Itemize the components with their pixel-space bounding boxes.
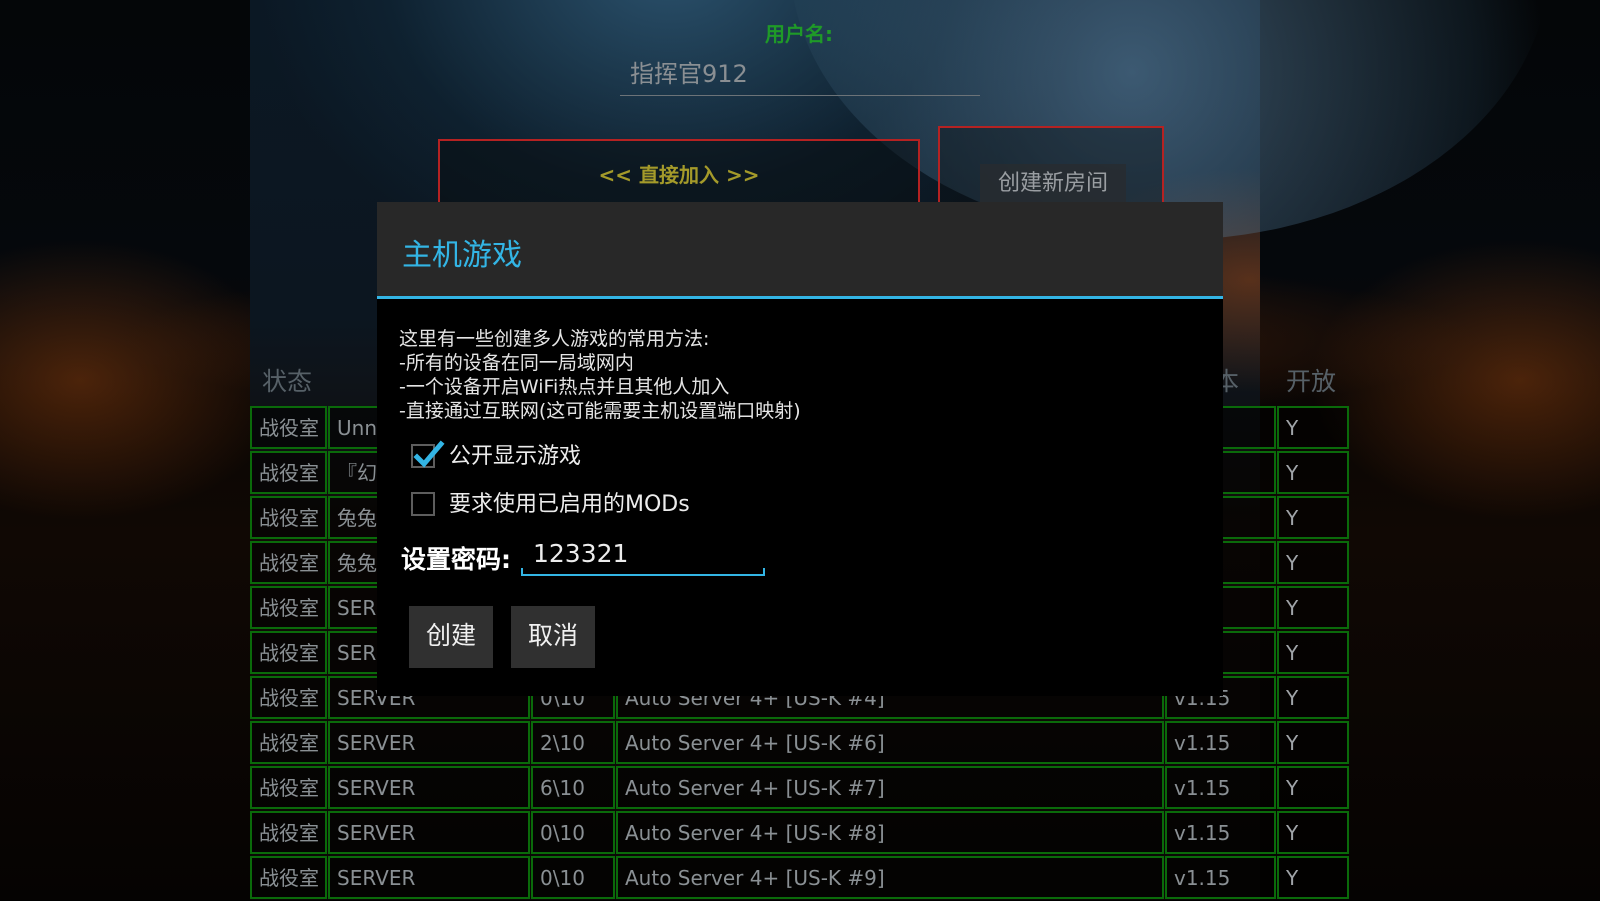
dialog-title: 主机游戏 <box>402 238 522 273</box>
username-label: 用户名: <box>765 22 833 46</box>
cell-open: Y <box>1277 631 1349 674</box>
cell-open: Y <box>1277 766 1349 809</box>
cell-open: Y <box>1277 676 1349 719</box>
cell-status: 战役室 <box>250 676 327 719</box>
host-game-dialog: 主机游戏 这里有一些创建多人游戏的常用方法: -所有的设备在同一局域网内 -一个… <box>377 202 1223 696</box>
username-input[interactable]: 指挥官912 <box>620 56 980 96</box>
cell-version: v1.15 <box>1165 856 1276 899</box>
cell-status: 战役室 <box>250 496 327 539</box>
cell-status: 战役室 <box>250 811 327 854</box>
cell-status: 战役室 <box>250 451 327 494</box>
cell-description: Auto Server 4+ [US-K #6] <box>616 721 1164 764</box>
cell-status: 战役室 <box>250 631 327 674</box>
cell-version: v1.15 <box>1165 766 1276 809</box>
cell-players: 0\10 <box>531 856 615 899</box>
table-row[interactable]: 战役室 SERVER 0\10 Auto Server 4+ [US-K #8] v1.… <box>250 811 1350 856</box>
cell-name: SERVER <box>328 721 530 764</box>
cell-description: Auto Server 4+ [US-K #7] <box>616 766 1164 809</box>
cell-open: Y <box>1277 811 1349 854</box>
require-mods-label: 要求使用已启用的MODs <box>449 492 690 517</box>
create-room-label: 创建新房间 <box>980 164 1126 204</box>
cell-version: v1.15 <box>1165 721 1276 764</box>
cell-status: 战役室 <box>250 766 327 809</box>
checkbox-unchecked-icon <box>411 492 435 516</box>
cell-status: 战役室 <box>250 856 327 899</box>
cell-version: v1.15 <box>1165 811 1276 854</box>
cell-open: Y <box>1277 406 1349 449</box>
cell-open: Y <box>1277 586 1349 629</box>
table-row[interactable]: 战役室 SERVER 0\10 Auto Server 4+ [US-K #9] v1.… <box>250 856 1350 901</box>
cell-status: 战役室 <box>250 586 327 629</box>
cell-status: 战役室 <box>250 541 327 584</box>
description-line: 这里有一些创建多人游戏的常用方法: <box>399 328 710 350</box>
cell-name: SERVER <box>328 811 530 854</box>
cell-open: Y <box>1277 541 1349 584</box>
table-row[interactable]: 战役室 SERVER 2\10 Auto Server 4+ [US-K #6] v1.… <box>250 721 1350 766</box>
cell-open: Y <box>1277 721 1349 764</box>
dialog-description: 这里有一些创建多人游戏的常用方法: -所有的设备在同一局域网内 -一个设备开启W… <box>399 327 801 423</box>
cell-open: Y <box>1277 856 1349 899</box>
cell-name: SERVER <box>328 856 530 899</box>
description-line: -一个设备开启WiFi热点并且其他人加入 <box>399 376 730 398</box>
checkbox-checked-icon <box>411 440 445 468</box>
cell-players: 0\10 <box>531 811 615 854</box>
column-header-status: 状态 <box>262 367 313 396</box>
password-label: 设置密码: <box>401 545 511 574</box>
column-header-open: 开放 <box>1286 367 1337 396</box>
cell-description: Auto Server 4+ [US-K #8] <box>616 811 1164 854</box>
direct-join-button[interactable]: << 直接加入 >> <box>438 139 920 209</box>
cell-players: 6\10 <box>531 766 615 809</box>
cell-open: Y <box>1277 451 1349 494</box>
cancel-button[interactable]: 取消 <box>511 606 595 668</box>
create-room-button[interactable]: 创建新房间 <box>938 126 1164 210</box>
cell-status: 战役室 <box>250 721 327 764</box>
cell-open: Y <box>1277 496 1349 539</box>
public-game-label: 公开显示游戏 <box>449 444 582 469</box>
cell-description: Auto Server 4+ [US-K #9] <box>616 856 1164 899</box>
create-button[interactable]: 创建 <box>409 606 493 668</box>
dialog-header: 主机游戏 <box>377 202 1223 299</box>
table-row[interactable]: 战役室 SERVER 6\10 Auto Server 4+ [US-K #7] v1.… <box>250 766 1350 811</box>
description-line: -直接通过互联网(这可能需要主机设置端口映射) <box>399 400 801 422</box>
description-line: -所有的设备在同一局域网内 <box>399 352 634 374</box>
cell-name: SERVER <box>328 766 530 809</box>
cell-players: 2\10 <box>531 721 615 764</box>
password-input[interactable]: 123321 <box>521 536 765 576</box>
cell-status: 战役室 <box>250 406 327 449</box>
